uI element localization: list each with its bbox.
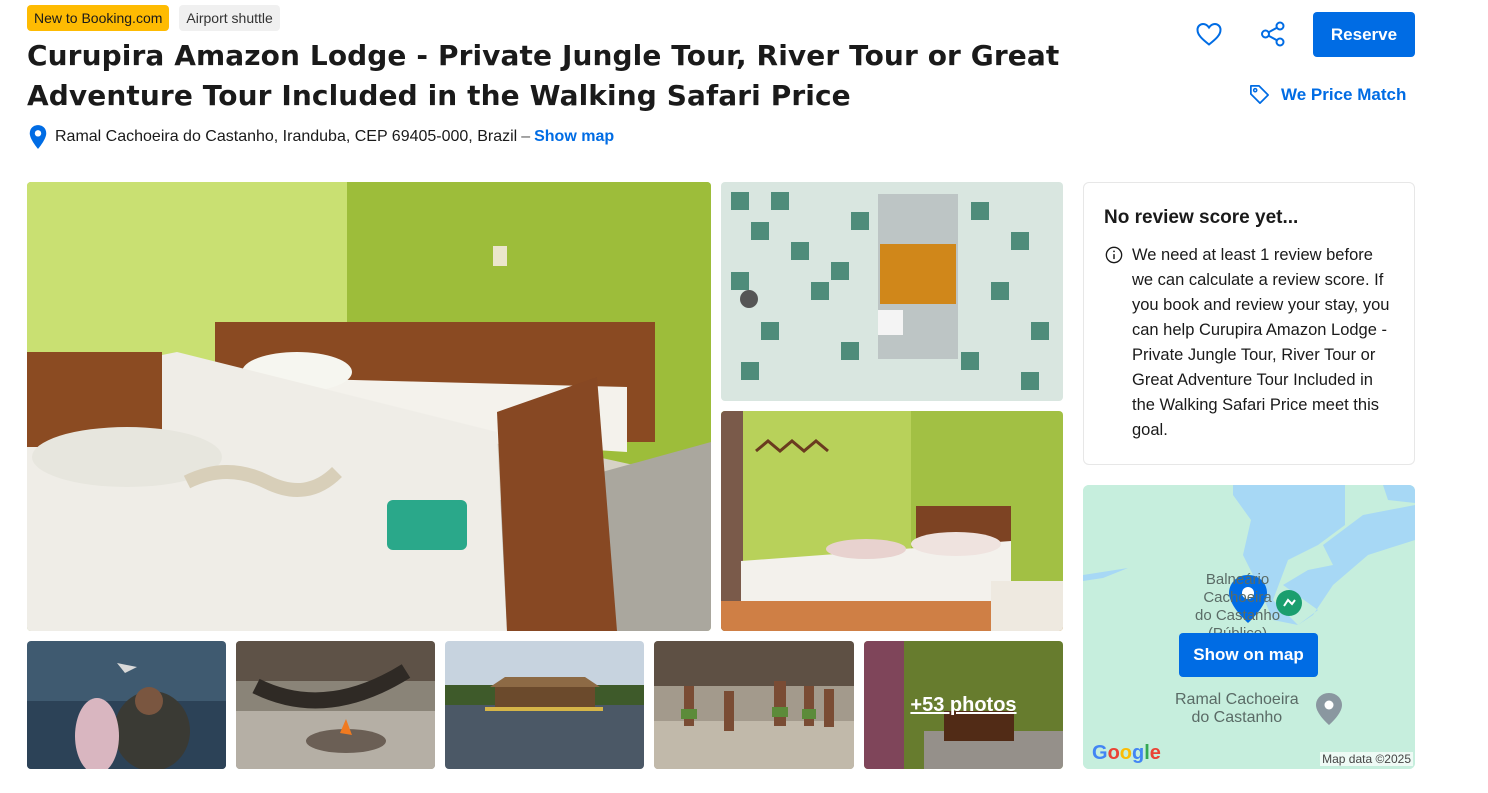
share-button[interactable] [1254,12,1292,56]
info-icon [1105,246,1123,264]
photo-indigenous-dance[interactable] [654,641,854,769]
map-label-balneario: Balneário Cachoeira do Castanho (Público… [1195,571,1280,633]
save-favorite-button[interactable] [1190,12,1228,56]
review-heading: No review score yet... [1104,207,1299,228]
photo-river-dolphin[interactable] [27,641,226,769]
map-label-line: do Castanho [1195,607,1281,624]
map-label-line: Ramal Cachoeira [1175,691,1299,708]
map-label-line: (Público) [1195,625,1280,633]
river-dolphin-image [27,641,226,769]
map-label-ramal: Ramal Cachoeira do Castanho [1175,691,1299,727]
location-pin-icon [29,125,47,149]
floating-lodge-image [445,641,644,769]
photo-more[interactable]: +53 photos [864,641,1063,769]
reserve-button[interactable]: Reserve [1313,12,1415,57]
property-title: Curupira Amazon Lodge - Private Jungle T… [27,39,1060,112]
heart-icon [1196,22,1222,46]
photo-bedroom-2[interactable] [721,411,1063,631]
map-label-line: Balneário [1205,571,1270,588]
price-match-link[interactable]: We Price Match [1248,83,1406,106]
show-map-link[interactable]: Show map [534,128,614,146]
indigenous-dance-image [654,641,854,769]
photo-soap-dispenser[interactable] [721,182,1063,401]
badge-row: New to Booking.com Airport shuttle [27,5,280,31]
review-message: We need at least 1 review before we can … [1132,246,1390,439]
new-to-booking-badge: New to Booking.com [27,5,170,31]
map-label-line: do Castanho [1191,709,1283,726]
show-on-map-button[interactable]: Show on map [1179,633,1318,677]
review-body: We need at least 1 review before we can … [1104,243,1394,443]
google-logo: Google [1092,742,1161,764]
photo-hammock-fire[interactable] [236,641,435,769]
bathroom-tiles-image [721,182,1063,401]
hammock-fire-image [236,641,435,769]
tag-icon [1250,85,1269,104]
address-text: Ramal Cachoeira do Castanho, Iranduba, C… [55,128,518,145]
map-preview[interactable]: Balneário Cachoeira do Castanho (Público… [1083,485,1415,769]
price-match-label: We Price Match [1281,84,1407,104]
map-label-line: Cachoeira [1203,589,1272,606]
review-score-card: No review score yet... We need at least … [1083,182,1415,465]
airport-shuttle-badge: Airport shuttle [179,5,280,31]
bedroom-2-image [721,411,1063,631]
photo-floating-lodge[interactable] [445,641,644,769]
main-photo-bedroom[interactable] [27,182,711,631]
address-separator: – [521,128,531,145]
share-icon [1261,21,1285,47]
header-actions [1190,12,1292,56]
bedroom-image [27,182,711,631]
more-photos-link[interactable]: +53 photos [864,641,1063,769]
address-row: Ramal Cachoeira do Castanho, Iranduba, C… [27,124,614,150]
map-data-credit: Map data ©2025 [1320,752,1413,766]
